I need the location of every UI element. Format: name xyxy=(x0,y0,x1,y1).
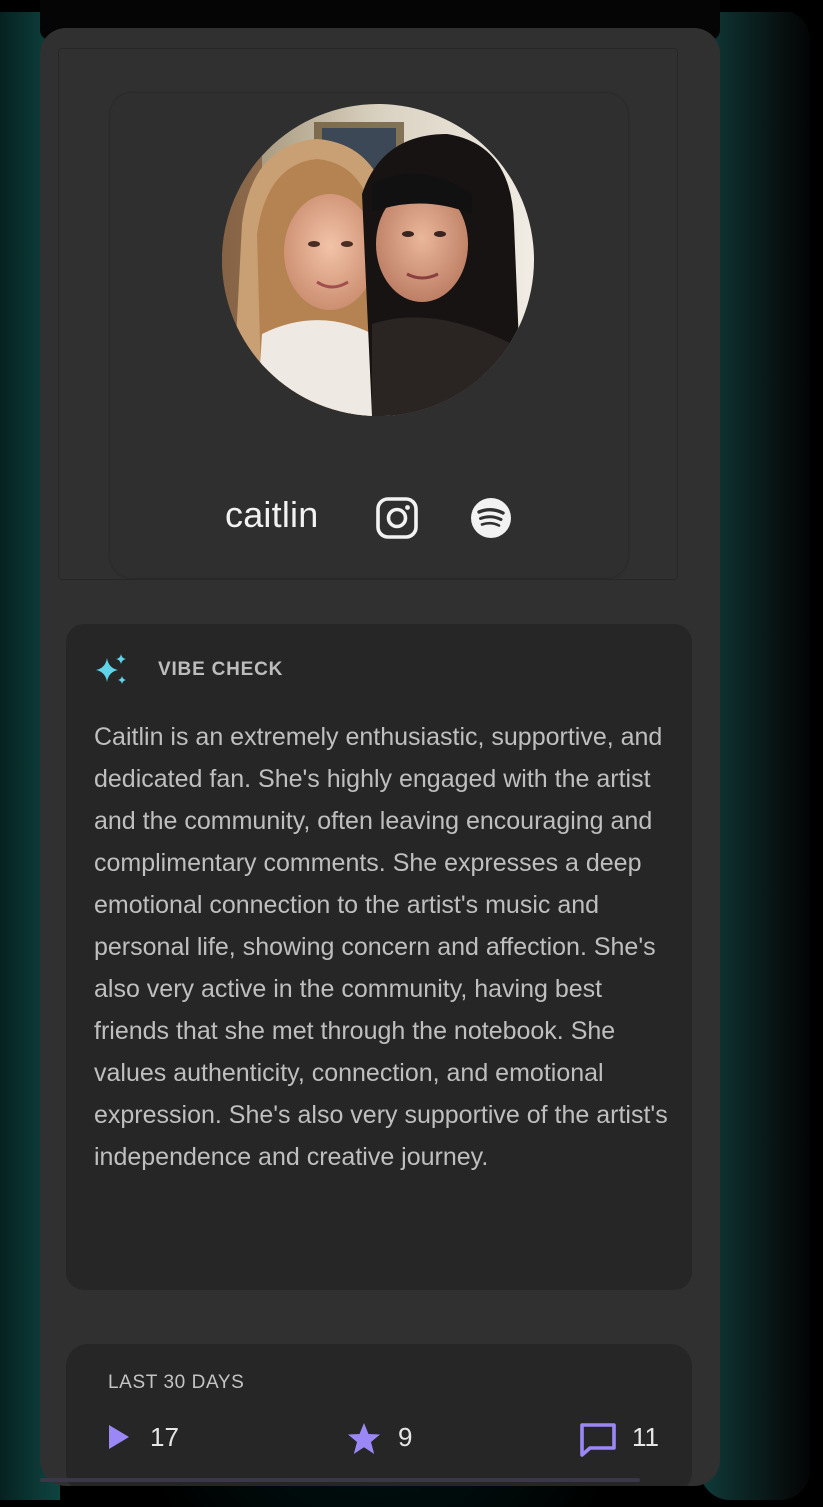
plays-count: 17 xyxy=(150,1422,179,1452)
vibe-check-title: VIBE CHECK xyxy=(158,659,284,680)
avatar-image xyxy=(222,104,534,416)
play-icon xyxy=(109,1425,129,1449)
vibe-check-panel: VIBE CHECK Caitlin is an extremely enthu… xyxy=(66,624,692,1290)
sparkle-icon xyxy=(94,652,130,688)
stats-title: LAST 30 DAYS xyxy=(108,1372,245,1393)
spotify-icon[interactable] xyxy=(470,497,512,539)
instagram-icon[interactable] xyxy=(375,496,419,540)
stars-count: 9 xyxy=(398,1422,413,1452)
comment-icon xyxy=(580,1423,616,1457)
avatar[interactable] xyxy=(222,104,534,416)
last-30-days-panel: LAST 30 DAYS 17 9 11 xyxy=(66,1344,692,1486)
fan-profile-card: caitlin VIBE CHECK Caitlin is an extreme… xyxy=(40,28,720,1486)
name-row: caitlin xyxy=(40,488,720,544)
vibe-check-text: Caitlin is an extremely enthusiastic, su… xyxy=(94,723,668,1171)
card-bottom-edge xyxy=(40,1478,640,1482)
star-icon xyxy=(348,1423,380,1454)
username: caitlin xyxy=(225,494,319,535)
comments-count: 11 xyxy=(632,1422,659,1452)
